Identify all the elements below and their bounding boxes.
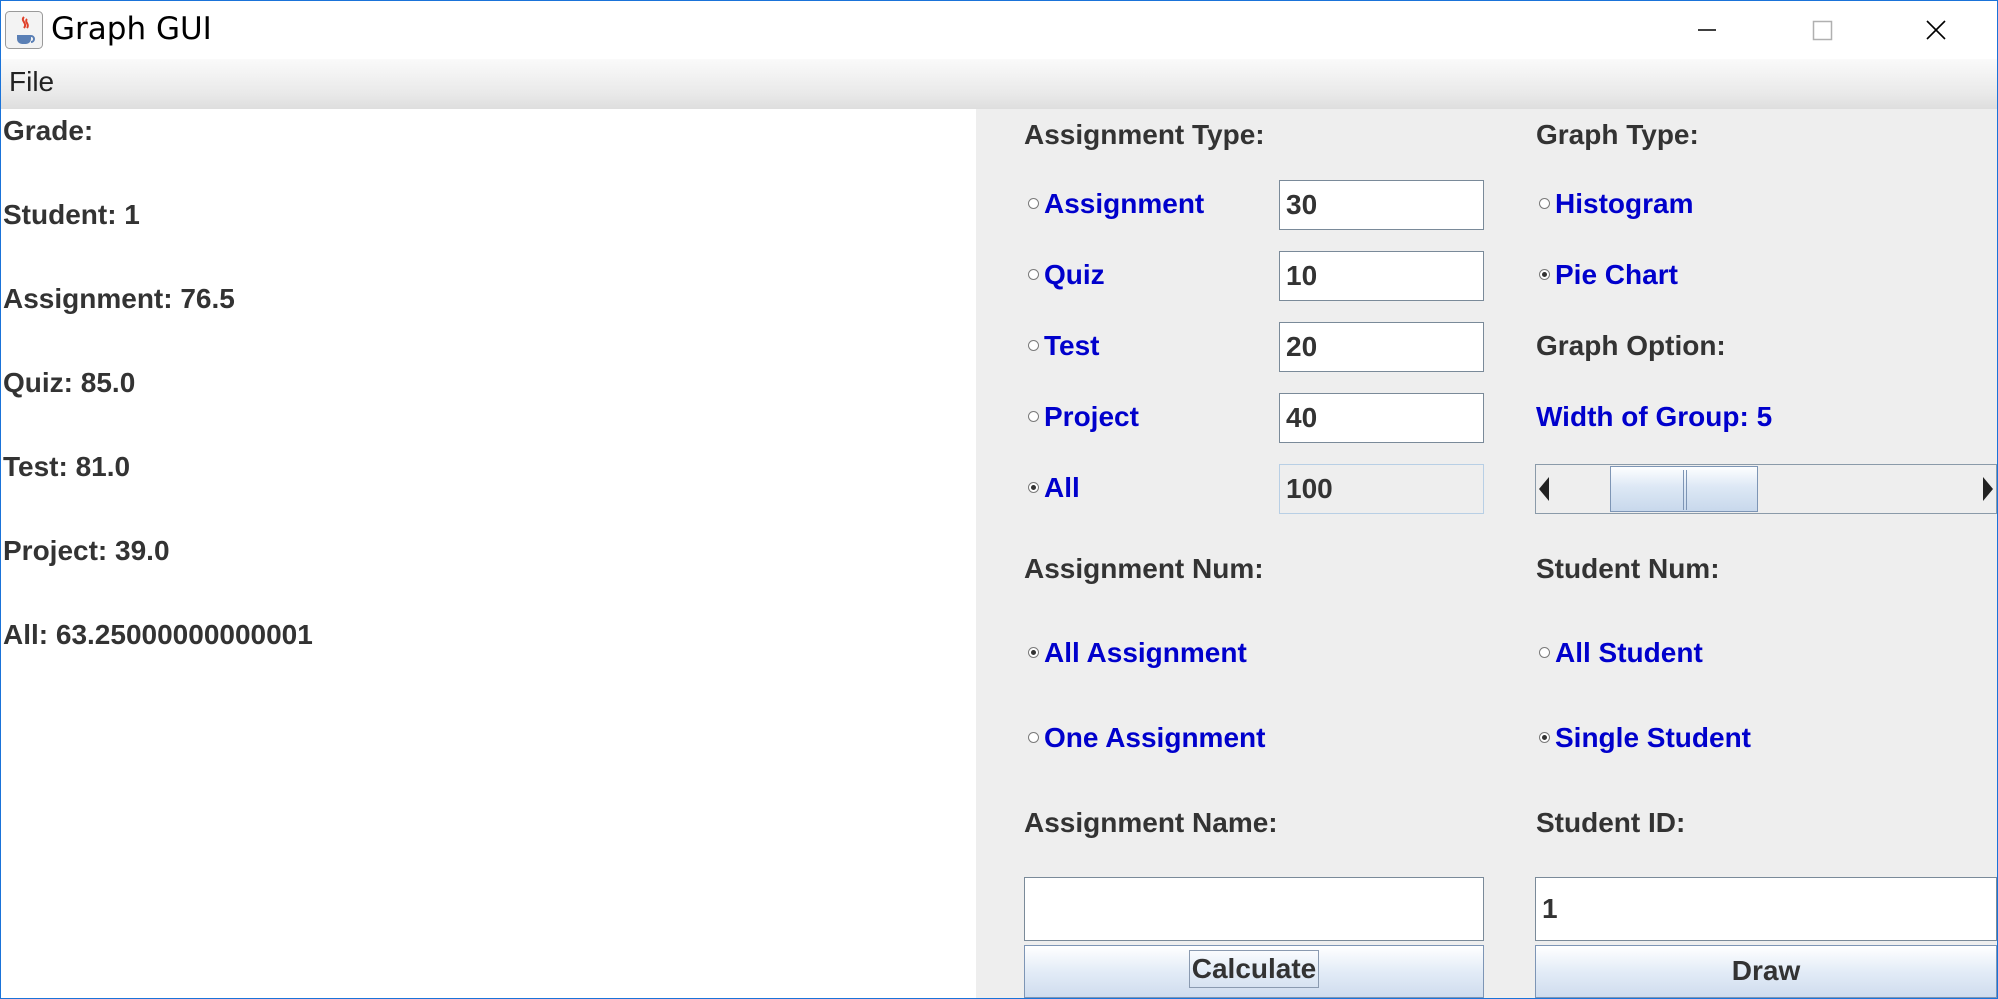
width-of-group-slider[interactable]	[1535, 464, 1997, 514]
assignment-type-label: Assignment Type:	[1024, 119, 1265, 150]
radio-indicator-selected	[1028, 647, 1039, 658]
calculate-button-label: Calculate	[1188, 950, 1320, 988]
radio-test[interactable]: Test	[1028, 330, 1100, 362]
thumb-grip	[1683, 470, 1684, 510]
test-weight-input[interactable]	[1279, 322, 1484, 372]
radio-all-student[interactable]: All Student	[1539, 637, 1703, 669]
grade-student: Student: 1	[3, 199, 140, 230]
grade-all: All: 63.25000000000001	[3, 619, 313, 650]
grade-panel: Grade: Student: 1 Assignment: 76.5 Quiz:…	[1, 109, 976, 998]
radio-test-label: Test	[1044, 330, 1100, 361]
quiz-weight-input[interactable]	[1279, 251, 1484, 301]
student-id-input[interactable]	[1535, 877, 1997, 941]
student-id-label: Student ID:	[1536, 807, 1686, 838]
minimize-button[interactable]	[1649, 1, 1764, 59]
radio-all-student-label: All Student	[1555, 637, 1703, 668]
radio-histogram-label: Histogram	[1555, 188, 1694, 219]
radio-one-assignment-label: One Assignment	[1044, 722, 1266, 753]
assignment-name-label: Assignment Name:	[1024, 807, 1278, 838]
menu-file[interactable]: File	[9, 66, 54, 98]
assignment-name-input[interactable]	[1024, 877, 1484, 941]
calculate-button[interactable]: Calculate	[1024, 945, 1484, 998]
all-weight-field	[1279, 464, 1484, 514]
radio-indicator	[1028, 269, 1039, 280]
radio-project-label: Project	[1044, 401, 1139, 432]
title-bar: Graph GUI	[1, 1, 1997, 59]
grade-project: Project: 39.0	[3, 535, 170, 566]
project-weight-input[interactable]	[1279, 393, 1484, 443]
maximize-button[interactable]	[1764, 1, 1879, 59]
grade-heading: Grade:	[3, 115, 94, 146]
radio-single-student[interactable]: Single Student	[1539, 722, 1751, 754]
grade-quiz: Quiz: 85.0	[3, 367, 136, 398]
radio-all[interactable]: All	[1028, 472, 1080, 504]
radio-assignment-label: Assignment	[1044, 188, 1205, 219]
radio-indicator	[1028, 411, 1039, 422]
radio-indicator	[1028, 732, 1039, 743]
draw-button[interactable]: Draw	[1535, 945, 1997, 998]
radio-indicator	[1028, 198, 1039, 209]
close-button[interactable]	[1879, 1, 1994, 59]
radio-quiz[interactable]: Quiz	[1028, 259, 1105, 291]
radio-all-assignment-label: All Assignment	[1044, 637, 1247, 668]
java-coffee-icon	[5, 11, 43, 49]
assignment-num-label: Assignment Num:	[1024, 553, 1264, 584]
grade-test: Test: 81.0	[3, 451, 131, 482]
radio-project[interactable]: Project	[1028, 401, 1139, 433]
radio-indicator	[1539, 647, 1550, 658]
grade-assignment: Assignment: 76.5	[3, 283, 235, 314]
student-num-label: Student Num:	[1536, 553, 1720, 584]
radio-all-label: All	[1044, 472, 1080, 503]
radio-pie-chart[interactable]: Pie Chart	[1539, 259, 1678, 291]
radio-indicator-selected	[1028, 482, 1039, 493]
main-window: Graph GUI File Grade: Student: 1 Assignm…	[0, 0, 1998, 999]
draw-button-label: Draw	[1731, 955, 1801, 986]
radio-histogram[interactable]: Histogram	[1539, 188, 1693, 220]
width-of-group-label: Width of Group: 5	[1536, 401, 1773, 432]
slider-thumb[interactable]	[1610, 466, 1758, 512]
radio-indicator	[1028, 340, 1039, 351]
control-panel: Assignment Type: Graph Type: Assignment …	[976, 109, 1997, 998]
radio-all-assignment[interactable]: All Assignment	[1028, 637, 1247, 669]
thumb-grip	[1686, 470, 1687, 510]
right-arrow-icon[interactable]	[1980, 465, 1996, 513]
radio-single-student-label: Single Student	[1555, 722, 1751, 753]
graph-type-label: Graph Type:	[1536, 119, 1699, 150]
radio-indicator-selected	[1539, 732, 1550, 743]
graph-option-label: Graph Option:	[1536, 330, 1726, 361]
radio-assignment[interactable]: Assignment	[1028, 188, 1204, 220]
radio-quiz-label: Quiz	[1044, 259, 1105, 290]
assignment-weight-input[interactable]	[1279, 180, 1484, 230]
menu-bar: File	[1, 59, 1997, 110]
radio-indicator-selected	[1539, 269, 1550, 280]
radio-pie-chart-label: Pie Chart	[1555, 259, 1678, 290]
window-title: Graph GUI	[51, 11, 212, 47]
radio-indicator	[1539, 198, 1550, 209]
radio-one-assignment[interactable]: One Assignment	[1028, 722, 1265, 754]
left-arrow-icon[interactable]	[1536, 465, 1552, 513]
